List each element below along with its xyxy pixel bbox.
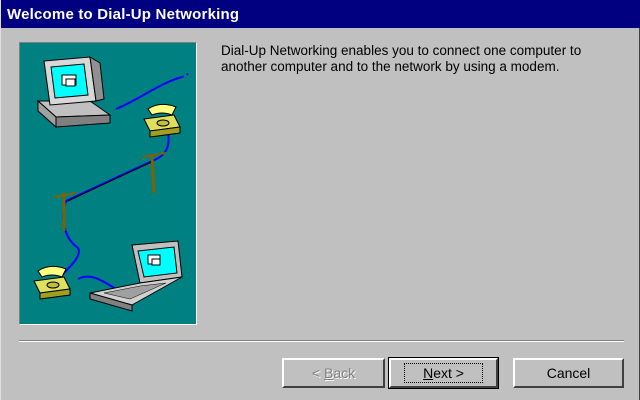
illustration-graphic bbox=[33, 56, 191, 312]
telephone-icon bbox=[143, 103, 181, 138]
back-button-rest: ack bbox=[333, 365, 356, 381]
desktop-computer-icon bbox=[36, 56, 112, 129]
window-title: Welcome to Dial-Up Networking bbox=[7, 6, 240, 23]
upper-cable bbox=[115, 76, 183, 110]
cancel-button[interactable]: Cancel bbox=[513, 358, 624, 388]
next-button[interactable]: Next > bbox=[388, 357, 499, 389]
divider bbox=[19, 340, 624, 342]
laptop-computer-icon bbox=[89, 240, 183, 312]
next-button-rest: ext > bbox=[433, 365, 464, 381]
telephone-icon bbox=[33, 265, 71, 300]
back-button-mnemonic: B bbox=[323, 365, 334, 381]
title-bar[interactable]: Welcome to Dial-Up Networking bbox=[1, 0, 640, 28]
back-button[interactable]: < Back bbox=[282, 358, 385, 388]
network-illustration bbox=[19, 42, 197, 325]
telephone-pole-icon bbox=[53, 152, 167, 231]
next-button-mnemonic: N bbox=[423, 365, 434, 381]
wizard-description: Dial-Up Networking enables you to connec… bbox=[221, 43, 582, 74]
back-button-prefix: < bbox=[311, 365, 324, 381]
dialup-wizard-window: Welcome to Dial-Up Networking Dial-Up Ne… bbox=[0, 0, 640, 400]
next-button-focus: Next > bbox=[404, 363, 483, 383]
laptop-cable bbox=[77, 275, 117, 290]
